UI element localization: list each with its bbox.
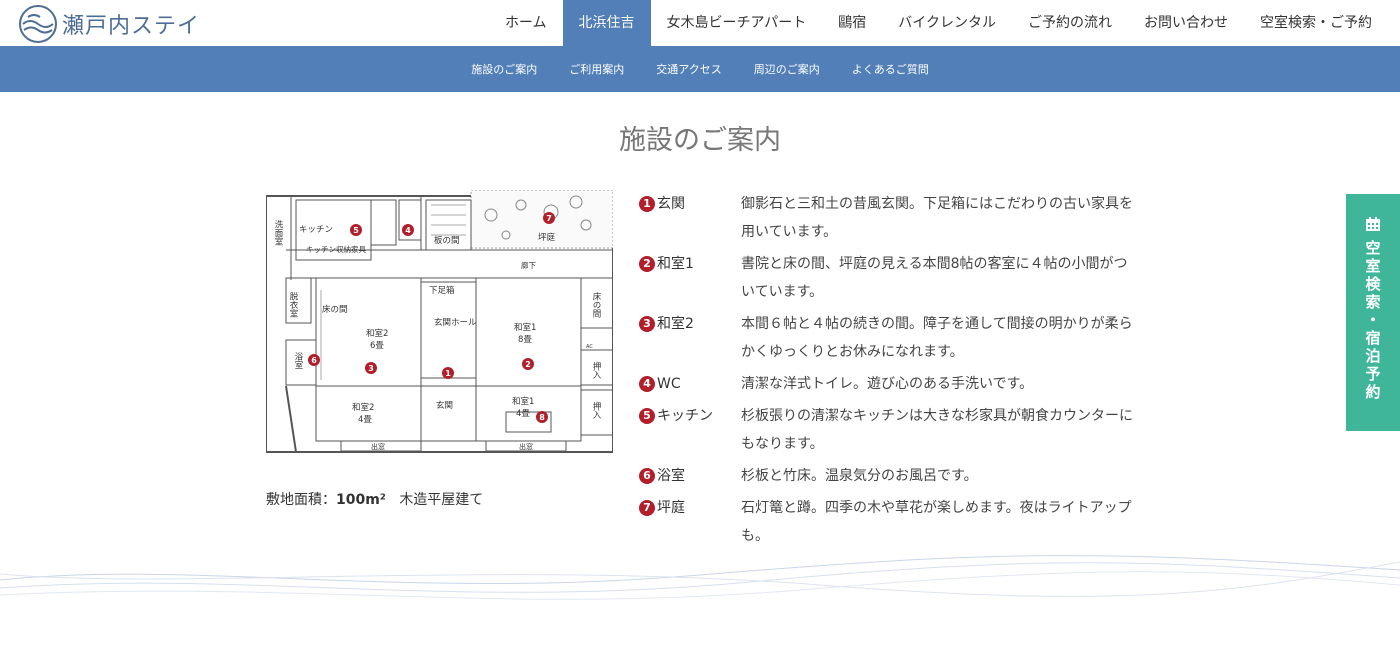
nav-contact[interactable]: お問い合わせ	[1128, 0, 1244, 46]
subnav-facility[interactable]: 施設のご案内	[455, 61, 553, 77]
svg-text:3: 3	[368, 364, 374, 373]
number-badge: 3	[639, 316, 655, 332]
subnav-access[interactable]: 交通アクセス	[640, 61, 737, 77]
calendar-icon	[1366, 217, 1380, 231]
fp-rouka: 廊下	[521, 260, 536, 270]
fp-kitchen-storage: キッチン収納家具	[306, 244, 366, 254]
fp-wash: 洗面室	[273, 219, 283, 245]
facility-name: WC	[657, 376, 681, 392]
facility-desc: 杉板張りの清潔なキッチンは大きな杉家具が朝食カウンターにもなります。	[741, 408, 1133, 452]
svg-text:6: 6	[311, 356, 317, 365]
svg-text:8: 8	[539, 413, 545, 422]
fp-demado1: 出窓	[371, 442, 385, 451]
nav-megijima-beach-apart[interactable]: 女木島ビーチアパート	[651, 0, 823, 46]
facility-desc: 御影石と三和土の昔風玄関。下足箱にはこだわりの古い家具を用いています。	[741, 196, 1133, 240]
facility-item: 6 浴室 杉板と竹床。温泉気分のお風呂です。	[639, 462, 1149, 490]
wave-decoration	[0, 555, 1400, 600]
svg-text:5: 5	[353, 226, 359, 235]
number-badge: 6	[639, 468, 655, 484]
fp-yokushitsu: 浴室	[293, 351, 303, 369]
logo-text: 瀬戸内ステイ	[62, 14, 201, 39]
site-header: 瀬戸内ステイ ホーム 北浜住吉 女木島ビーチアパート 鷗宿 バイクレンタル ご予…	[0, 0, 1400, 46]
fp-itanoma: 板の間	[434, 235, 460, 246]
subnav-surroundings[interactable]: 周辺のご案内	[738, 61, 836, 77]
nav-kamome-yado[interactable]: 鷗宿	[822, 0, 882, 46]
fp-genkan: 玄関	[436, 400, 453, 411]
side-tab-label: 空室検索・宿泊予約	[1363, 240, 1382, 402]
facility-item: 4 WC 清潔な洋式トイレ。遊び心のある手洗いです。	[639, 370, 1149, 398]
fp-demado2: 出窓	[519, 442, 533, 451]
nav-reservation-flow[interactable]: ご予約の流れ	[1012, 0, 1128, 46]
facility-desc: 書院と床の間、坪庭の見える本間8帖の客室に４帖の小間がついています。	[741, 256, 1128, 300]
facility-desc: 杉板と竹床。温泉気分のお風呂です。	[741, 468, 978, 484]
facility-name: 和室1	[657, 256, 694, 272]
fp-genkan-hall: 玄関ホール	[434, 317, 477, 328]
facility-name: 坪庭	[657, 500, 685, 516]
facility-item: 3 和室2 本間６帖と４帖の続きの間。障子を通して間接の明かりが柔らかくゆっくりと…	[639, 310, 1149, 366]
facility-item: 5 キッチン 杉板張りの清潔なキッチンは大きな杉家具が朝食カウンターにもなります。	[639, 402, 1149, 458]
number-badge: 1	[639, 196, 655, 212]
fp-tatami4c: 4畳	[516, 409, 530, 419]
facility-name: 和室2	[657, 316, 694, 332]
fp-oshiire2: 押入	[591, 401, 601, 419]
fp-tokonoma-r: 床の間	[591, 291, 601, 318]
nav-vacancy-search[interactable]: 空室検索・ご予約	[1244, 0, 1388, 46]
fp-washitsu1: 和室1	[514, 322, 536, 333]
facility-name: 玄関	[657, 196, 685, 212]
fp-tatami8: 8畳	[518, 335, 532, 345]
svg-text:2: 2	[525, 360, 531, 369]
fp-tatami4b: 4畳	[358, 415, 372, 425]
site-logo[interactable]: 瀬戸内ステイ	[18, 4, 200, 44]
fp-washitsu2: 和室2	[366, 328, 388, 339]
floor-plan: 洗面室 キッチン キッチン収納家具 板の間 坪庭 廊下 脱衣室 床の間 下足箱 …	[266, 190, 613, 453]
nav-kitahama-sumiyoshi[interactable]: 北浜住吉	[562, 0, 651, 46]
svg-text:1: 1	[445, 369, 451, 378]
fp-tokonoma-l: 床の間	[322, 304, 348, 315]
facility-item: 1 玄関 御影石と三和土の昔風玄関。下足箱にはこだわりの古い家具を用いています。	[639, 190, 1149, 246]
facility-desc: 本間６帖と４帖の続きの間。障子を通して間接の明かりが柔らかくゆっくりとお休みにな…	[741, 316, 1133, 360]
fp-ac: AC	[586, 344, 593, 350]
fp-kitchen: キッチン	[299, 225, 333, 235]
facility-item: 2 和室1 書院と床の間、坪庭の見える本間8帖の客室に４帖の小間がついています。	[639, 250, 1149, 306]
area-construction: 木造平屋建て	[399, 492, 484, 508]
area-value: 100m²	[336, 492, 386, 508]
area-note: 敷地面積：100m² 木造平屋建て	[266, 489, 483, 509]
svg-text:7: 7	[546, 214, 552, 223]
subnav-faq[interactable]: よくあるご質問	[836, 61, 945, 77]
facility-list: 1 玄関 御影石と三和土の昔風玄関。下足箱にはこだわりの古い家具を用いています。 …	[639, 190, 1149, 554]
number-badge: 7	[639, 500, 655, 516]
nav-home[interactable]: ホーム	[489, 0, 563, 46]
number-badge: 2	[639, 256, 655, 272]
sub-nav: 施設のご案内 ご利用案内 交通アクセス 周辺のご案内 よくあるご質問	[0, 46, 1400, 92]
facility-name: キッチン	[657, 408, 713, 424]
nav-bike-rental[interactable]: バイクレンタル	[882, 0, 1012, 46]
page-title: 施設のご案内	[619, 125, 781, 156]
vacancy-search-side-tab[interactable]: 空室検索・宿泊予約	[1346, 194, 1400, 431]
fp-tatami6: 6畳	[370, 341, 384, 351]
fp-washitsu1b: 和室1	[512, 396, 534, 407]
number-badge: 5	[639, 408, 655, 424]
fp-datsui: 脱衣室	[288, 291, 298, 317]
fp-tsuboniwa: 坪庭	[538, 232, 556, 243]
subnav-usage[interactable]: ご利用案内	[553, 61, 640, 77]
facility-desc: 清潔な洋式トイレ。遊び心のある手洗いです。	[741, 376, 1034, 392]
svg-text:4: 4	[405, 226, 411, 235]
fp-oshiire1: 押入	[591, 361, 601, 379]
wave-logo-icon	[19, 5, 57, 43]
fp-washitsu2b: 和室2	[352, 402, 374, 413]
facility-name: 浴室	[657, 468, 685, 484]
fp-geta: 下足箱	[429, 285, 455, 296]
number-badge: 4	[639, 376, 655, 392]
main-nav: ホーム 北浜住吉 女木島ビーチアパート 鷗宿 バイクレンタル ご予約の流れ お問…	[489, 0, 1388, 46]
area-label: 敷地面積：	[266, 492, 336, 508]
